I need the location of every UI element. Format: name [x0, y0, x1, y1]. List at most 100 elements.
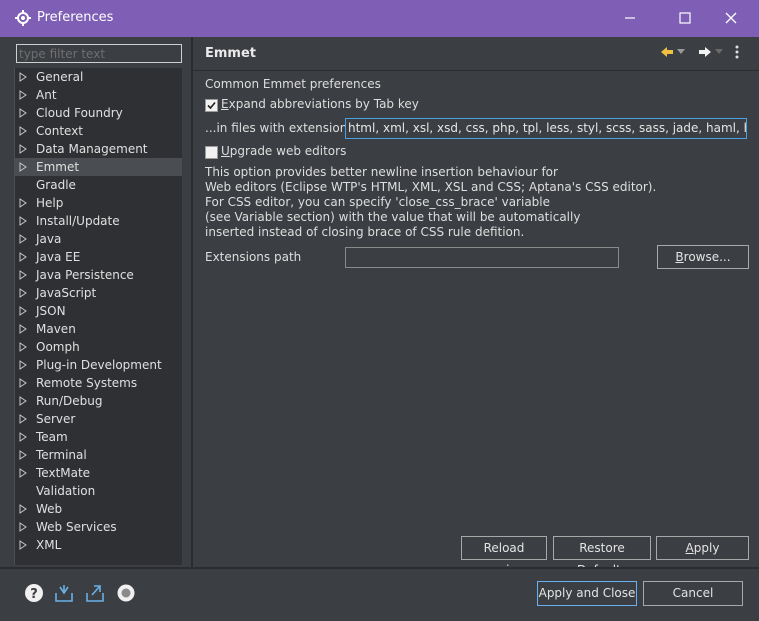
tree-item[interactable]: Data Management [15, 140, 182, 158]
tree-item[interactable]: Web Services [15, 518, 182, 536]
tree-item[interactable]: Help [15, 194, 182, 212]
help-icon[interactable]: ? [24, 583, 44, 603]
tree-item[interactable]: JSON [15, 302, 182, 320]
forward-arrow-icon[interactable] [697, 44, 713, 60]
tree-item-label: XML [36, 538, 62, 552]
extensions-path-input[interactable] [345, 247, 619, 268]
tree-item[interactable]: JavaScript [15, 284, 182, 302]
tree-item[interactable]: Server [15, 410, 182, 428]
apply-and-close-button[interactable]: Apply and Close [537, 581, 637, 606]
expand-arrow-icon[interactable] [19, 414, 27, 424]
tree-item[interactable]: Remote Systems [15, 374, 182, 392]
expand-arrow-icon[interactable] [19, 360, 27, 370]
expand-arrow-icon[interactable] [19, 306, 27, 316]
minimize-button[interactable] [613, 5, 647, 31]
expand-abbreviations-checkbox[interactable] [205, 99, 218, 112]
tree-item-label: Web Services [36, 520, 117, 534]
browse-label-rest: rowse... [683, 250, 731, 264]
tree-item-label: JSON [36, 304, 66, 318]
import-icon[interactable] [54, 583, 74, 603]
tree-item-label: Java Persistence [36, 268, 134, 282]
tree-item[interactable]: Cloud Foundry [15, 104, 182, 122]
expand-arrow-icon[interactable] [19, 90, 27, 100]
tree-item[interactable]: Oomph [15, 338, 182, 356]
sidebar: General Ant Cloud Foundry Context Data Manag… [9, 37, 192, 567]
expand-arrow-icon[interactable] [19, 270, 27, 280]
expand-arrow-icon[interactable] [19, 450, 27, 460]
tree-item[interactable]: Java Persistence [15, 266, 182, 284]
tree-item[interactable]: XML [15, 536, 182, 554]
expand-arrow-icon[interactable] [19, 468, 27, 478]
description-line: inserted instead of closing brace of CSS… [205, 225, 525, 239]
tree-item[interactable]: Context [15, 122, 182, 140]
tree-item[interactable]: Emmet [15, 158, 182, 176]
tree-item[interactable]: Gradle [15, 176, 182, 194]
title-bar[interactable]: Preferences [0, 0, 759, 37]
tree-item[interactable]: Ant [15, 86, 182, 104]
tree-item[interactable]: General [15, 68, 182, 86]
more-vertical-icon[interactable] [734, 44, 740, 60]
extensions-input[interactable]: html, xml, xsl, xsd, css, php, tpl, less… [345, 118, 747, 139]
tree-item-label: Data Management [36, 142, 148, 156]
expand-arrow-icon[interactable] [19, 540, 27, 550]
close-button[interactable] [714, 5, 748, 31]
tree-item[interactable]: Plug-in Development [15, 356, 182, 374]
maximize-button[interactable] [668, 5, 702, 31]
tree-item-label: Validation [36, 484, 96, 498]
expand-arrow-icon[interactable] [19, 288, 27, 298]
tree-item-label: Maven [36, 322, 76, 336]
tree-item[interactable]: Team [15, 428, 182, 446]
restore-label-before: Restore [579, 541, 625, 555]
apply-button[interactable]: Apply [656, 536, 749, 560]
back-arrow-icon[interactable] [659, 44, 675, 60]
tree-item[interactable]: Install/Update [15, 212, 182, 230]
filter-input[interactable] [16, 44, 182, 63]
expand-abbreviations-label[interactable]: Expand abbreviations by Tab key [221, 97, 419, 111]
restore-defaults-button[interactable]: Restore Defaults [553, 536, 651, 577]
expand-arrow-icon[interactable] [19, 198, 27, 208]
expand-arrow-icon[interactable] [19, 108, 27, 118]
tree-item-label: Server [36, 412, 76, 426]
tree-item-label: Cloud Foundry [36, 106, 123, 120]
tree-item[interactable]: Run/Debug [15, 392, 182, 410]
forward-dropdown-icon[interactable] [715, 49, 723, 55]
tree-item-label: Plug-in Development [36, 358, 162, 372]
tree-item[interactable]: Maven [15, 320, 182, 338]
back-dropdown-icon[interactable] [677, 49, 685, 55]
tree-item-label: Web [36, 502, 63, 516]
tree-item[interactable]: Web [15, 500, 182, 518]
expand-arrow-icon[interactable] [19, 342, 27, 352]
expand-arrow-icon[interactable] [19, 324, 27, 334]
tree-item[interactable]: Java EE [15, 248, 182, 266]
expand-arrow-icon[interactable] [19, 252, 27, 262]
expand-arrow-icon[interactable] [19, 396, 27, 406]
upgrade-web-editors-label[interactable]: Upgrade web editors [221, 144, 346, 158]
reload-engine-button[interactable]: Reload engine [461, 536, 547, 577]
tree-item-label: Oomph [36, 340, 80, 354]
record-icon[interactable] [116, 583, 136, 603]
export-icon[interactable] [85, 583, 105, 603]
expand-arrow-icon[interactable] [19, 522, 27, 532]
expand-arrow-icon[interactable] [19, 126, 27, 136]
description-line: This option provides better newline inse… [205, 165, 558, 179]
expand-arrow-icon[interactable] [19, 162, 27, 172]
tree-item[interactable]: Validation [15, 482, 182, 500]
expand-arrow-icon[interactable] [19, 72, 27, 82]
browse-button[interactable]: Browse... [657, 245, 749, 269]
upgrade-web-editors-checkbox[interactable] [205, 146, 218, 159]
expand-label-rest: xpand abbreviations by Tab key [228, 97, 419, 111]
tree-item[interactable]: TextMate [15, 464, 182, 482]
expand-arrow-icon[interactable] [19, 432, 27, 442]
expand-arrow-icon[interactable] [19, 216, 27, 226]
maximize-icon [679, 12, 691, 24]
tree-item[interactable]: Terminal [15, 446, 182, 464]
expand-arrow-icon[interactable] [19, 144, 27, 154]
cancel-button[interactable]: Cancel [643, 581, 743, 606]
expand-arrow-icon[interactable] [19, 234, 27, 244]
minimize-icon [625, 17, 635, 19]
expand-arrow-icon[interactable] [19, 504, 27, 514]
tree-item-label: Remote Systems [36, 376, 138, 390]
tree-item-label: Java [36, 232, 62, 246]
tree-item[interactable]: Java [15, 230, 182, 248]
expand-arrow-icon[interactable] [19, 378, 27, 388]
